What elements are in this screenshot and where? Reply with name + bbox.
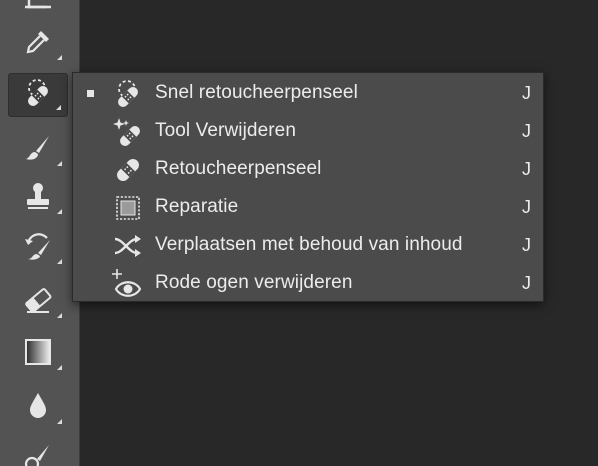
shortcut-key: J <box>522 120 531 141</box>
healing-brush-icon <box>111 153 145 187</box>
menu-item-spot-healing-brush[interactable]: Snel retoucheerpenseel J <box>73 74 543 112</box>
tool-gradient[interactable] <box>8 332 68 376</box>
menu-item-content-aware-move[interactable]: Verplaatsen met behoud van inhoud J <box>73 226 543 264</box>
spot-healing-brush-icon <box>111 77 145 111</box>
eraser-icon <box>21 283 55 322</box>
shortcut-key: J <box>522 158 531 179</box>
crop-frame-icon <box>21 0 55 20</box>
spot-healing-brush-icon <box>21 76 55 115</box>
gradient-icon <box>21 335 55 374</box>
healing-tools-flyout-menu: Snel retoucheerpenseel J Tool Verwijdere… <box>72 72 544 302</box>
menu-item-patch-tool[interactable]: Reparatie J <box>73 188 543 226</box>
content-aware-move-icon <box>111 229 145 263</box>
clone-stamp-icon <box>21 179 55 218</box>
tool-group-indicator <box>57 365 62 370</box>
tool-group-indicator <box>57 259 62 264</box>
tool-group-indicator <box>57 55 62 60</box>
tool-group-indicator <box>57 209 62 214</box>
tool-blur[interactable] <box>8 386 68 430</box>
menu-item-red-eye[interactable]: Rode ogen verwijderen J <box>73 264 543 302</box>
tools-panel <box>0 0 80 466</box>
shortcut-key: J <box>522 272 531 293</box>
tool-clone-stamp[interactable] <box>8 176 68 220</box>
blur-drop-icon <box>21 389 55 428</box>
tool-spot-healing[interactable] <box>8 73 68 117</box>
menu-item-label: Reparatie <box>155 196 239 217</box>
shortcut-key: J <box>522 234 531 255</box>
shortcut-key: J <box>522 196 531 217</box>
tool-dodge[interactable] <box>8 436 68 466</box>
menu-item-remove-tool[interactable]: Tool Verwijderen J <box>73 112 543 150</box>
menu-item-label: Tool Verwijderen <box>155 120 297 141</box>
menu-item-label: Retoucheerpenseel <box>155 158 322 179</box>
eyedropper-icon <box>21 25 55 64</box>
brush-icon <box>21 131 55 170</box>
tool-group-indicator <box>56 105 61 110</box>
patch-tool-icon <box>111 191 145 225</box>
red-eye-icon <box>111 267 145 301</box>
tool-group-indicator <box>57 161 62 166</box>
menu-item-label: Snel retoucheerpenseel <box>155 82 358 103</box>
tool-crop[interactable] <box>8 0 68 22</box>
menu-item-label: Verplaatsen met behoud van inhoud <box>155 234 463 255</box>
tool-eraser[interactable] <box>8 280 68 324</box>
menu-item-label: Rode ogen verwijderen <box>155 272 353 293</box>
menu-item-healing-brush[interactable]: Retoucheerpenseel J <box>73 150 543 188</box>
photoshop-window: Snel retoucheerpenseel J Tool Verwijdere… <box>0 0 598 466</box>
history-brush-icon <box>21 229 55 268</box>
selected-bullet <box>87 90 94 97</box>
tool-group-indicator <box>57 313 62 318</box>
tool-brush[interactable] <box>8 128 68 172</box>
tool-group-indicator <box>57 419 62 424</box>
tool-history-brush[interactable] <box>8 226 68 270</box>
remove-tool-icon <box>111 115 145 149</box>
shortcut-key: J <box>522 82 531 103</box>
dodge-icon <box>21 439 55 466</box>
tool-eyedropper[interactable] <box>8 22 68 66</box>
